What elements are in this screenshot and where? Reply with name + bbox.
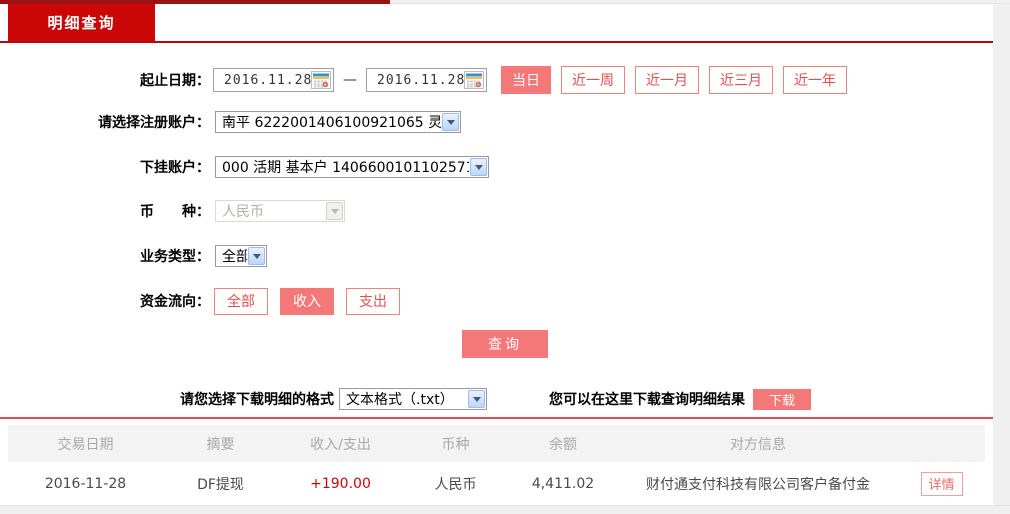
quick-range-month-button[interactable]: 近一月 [635, 66, 699, 94]
date-range-row: 起止日期： — [0, 66, 857, 94]
date-to-input[interactable] [366, 68, 487, 92]
header-balance: 余额 [549, 436, 577, 453]
registered-account-label: 请选择注册账户： [98, 115, 210, 131]
quick-range-week-button[interactable]: 近一周 [561, 66, 625, 94]
cell-date: 2016-11-28 [44, 475, 127, 492]
cell-counterparty: 财付通支付科技有限公司客户备付金 [646, 476, 870, 493]
cell-summary: DF提现 [197, 476, 244, 493]
download-hint-text: 您可以在这里下载查询明细结果 [549, 392, 745, 408]
download-button[interactable]: 下载 [753, 388, 811, 410]
registered-account-row: 请选择注册账户： 南平 6222001406100921065 灵通卡 [0, 109, 461, 135]
query-button[interactable]: 查询 [462, 330, 548, 358]
table-row: 2016-11-28 DF提现 +190.00 人民币 4,411.02 财付通… [8, 462, 985, 505]
right-gutter [993, 4, 1010, 505]
business-type-select[interactable]: 全部 [215, 245, 267, 267]
date-range-label: 起止日期： [140, 73, 210, 89]
header-date: 交易日期 [57, 436, 114, 453]
download-row: 请您选择下载明细的格式 文本格式（.txt） 您可以在这里下载查询明细结果 下载 [0, 386, 993, 412]
tab-underline [0, 41, 993, 43]
flow-income-button[interactable]: 收入 [280, 287, 334, 315]
cell-currency: 人民币 [434, 476, 477, 493]
flow-all-button[interactable]: 全部 [214, 287, 268, 315]
quick-range-quarter-button[interactable]: 近三月 [709, 66, 773, 94]
quick-range-today-button[interactable]: 当日 [501, 66, 551, 94]
calendar-icon[interactable] [464, 71, 484, 89]
header-action [898, 425, 985, 462]
fund-flow-row: 资金流向： 全部 收入 支出 [0, 287, 412, 315]
currency-select: 人民币 [215, 200, 345, 222]
business-type-row: 业务类型： 全部 [0, 243, 267, 269]
download-format-label: 请您选择下载明细的格式 [180, 392, 334, 408]
tab-label: 明细查询 [47, 14, 116, 32]
download-format-select[interactable]: 文本格式（.txt） [339, 388, 487, 410]
header-summary: 摘要 [206, 436, 235, 453]
sub-account-label: 下挂账户： [140, 160, 210, 176]
sub-account-value: 000 活期 基本户 1406600101102571848 [222, 160, 469, 176]
table-separator-line [0, 417, 993, 419]
chevron-down-icon[interactable] [470, 158, 487, 176]
sub-account-select[interactable]: 000 活期 基本户 1406600101102571848 [215, 156, 489, 178]
tab-detail-query[interactable]: 明细查询 [8, 4, 155, 41]
date-from-value[interactable] [214, 72, 311, 88]
chevron-down-icon[interactable] [248, 247, 265, 265]
download-format-value: 文本格式（.txt） [346, 392, 454, 408]
business-type-value: 全部 [222, 249, 247, 265]
cell-action: 详情 [898, 462, 985, 505]
detail-button[interactable]: 详情 [920, 471, 963, 496]
currency-value: 人民币 [222, 204, 264, 220]
bottom-gutter [0, 505, 1010, 514]
sub-account-row: 下挂账户： 000 活期 基本户 1406600101102571848 [0, 154, 489, 180]
table-header-row: 交易日期 摘要 收入/支出 币种 余额 对方信息 [8, 425, 985, 462]
currency-row: 币 种： 人民币 [0, 198, 345, 224]
flow-expense-button[interactable]: 支出 [346, 287, 400, 315]
cell-amount: +190.00 [310, 475, 371, 492]
registered-account-select[interactable]: 南平 6222001406100921065 灵通卡 [215, 111, 461, 133]
date-range-dash: — [343, 72, 357, 88]
currency-label: 币 种： [140, 204, 210, 220]
date-to-value[interactable] [367, 72, 464, 88]
registered-account-value: 南平 6222001406100921065 灵通卡 [222, 115, 441, 131]
business-type-label: 业务类型： [140, 249, 210, 265]
chevron-down-icon[interactable] [442, 113, 459, 131]
detail-query-page: 明细查询 起止日期： — [0, 0, 1010, 514]
cell-balance: 4,411.02 [531, 475, 595, 492]
header-counterparty: 对方信息 [730, 436, 786, 453]
header-amount: 收入/支出 [310, 436, 371, 453]
results-table: 交易日期 摘要 收入/支出 币种 余额 对方信息 2016-11-28 DF提现… [8, 425, 985, 505]
fund-flow-label: 资金流向： [140, 294, 210, 310]
chevron-down-icon[interactable] [468, 390, 485, 408]
calendar-icon[interactable] [311, 71, 331, 89]
header-currency: 币种 [441, 436, 470, 453]
date-from-input[interactable] [213, 68, 334, 92]
quick-range-year-button[interactable]: 近一年 [783, 66, 847, 94]
chevron-down-icon [326, 202, 343, 220]
